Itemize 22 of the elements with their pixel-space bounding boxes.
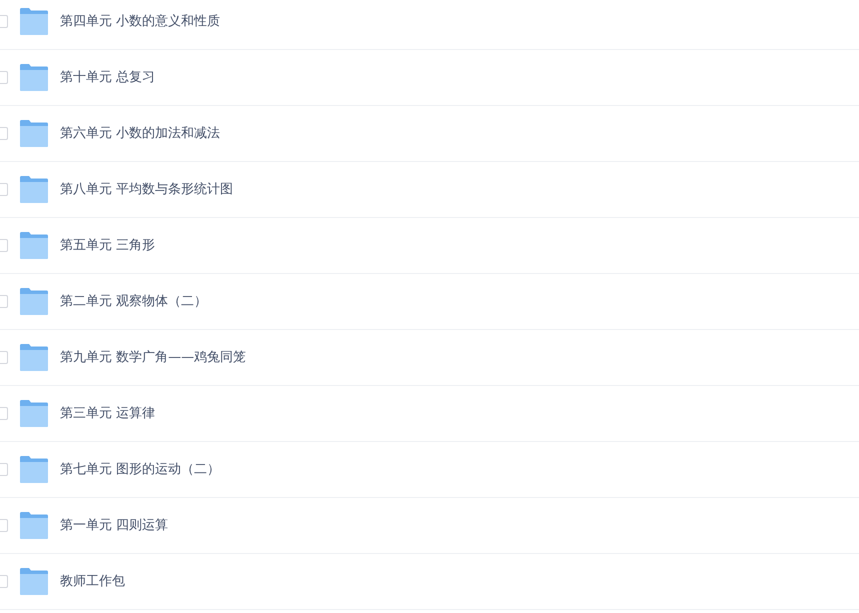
- folder-icon: [20, 176, 48, 203]
- folder-icon: [20, 400, 48, 427]
- folder-name[interactable]: 第八单元 平均数与条形统计图: [60, 180, 234, 200]
- folder-name[interactable]: 第九单元 数学广角——鸡兔同笼: [60, 348, 246, 368]
- folder-icon: [20, 288, 48, 315]
- folder-name[interactable]: 第十单元 总复习: [60, 68, 156, 88]
- folder-name[interactable]: 教师工作包: [60, 572, 125, 592]
- folder-icon: [20, 8, 48, 35]
- folder-icon: [20, 232, 48, 259]
- folder-name[interactable]: 第五单元 三角形: [60, 236, 156, 256]
- folder-name[interactable]: 第一单元 四则运算: [60, 516, 168, 536]
- folder-name[interactable]: 第六单元 小数的加法和减法: [60, 124, 220, 144]
- folder-name[interactable]: 第七单元 图形的运动（二）: [60, 460, 220, 480]
- folder-name[interactable]: 第四单元 小数的意义和性质: [60, 12, 220, 32]
- folder-icon: [20, 568, 48, 595]
- folder-icon: [20, 64, 48, 91]
- folder-name[interactable]: 第三单元 运算律: [60, 404, 156, 424]
- folder-name[interactable]: 第二单元 观察物体（二）: [60, 292, 208, 312]
- folder-icon: [20, 456, 48, 483]
- folder-icon: [20, 120, 48, 147]
- folder-icon: [20, 512, 48, 539]
- folder-icon: [20, 344, 48, 371]
